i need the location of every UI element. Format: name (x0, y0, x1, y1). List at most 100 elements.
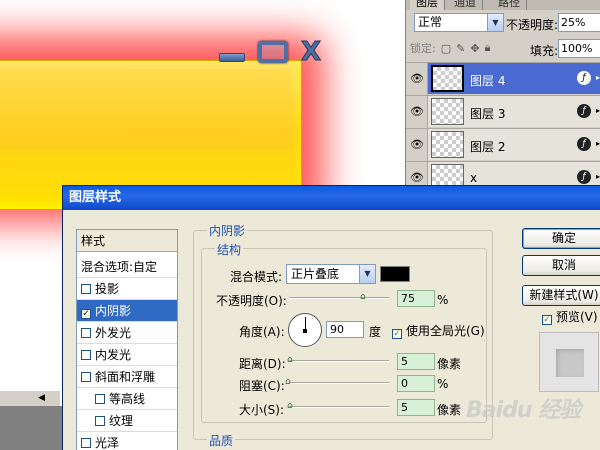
opacity-input[interactable]: 75 (397, 290, 435, 307)
distance-unit: 像素 (437, 357, 462, 371)
layer-opacity-input[interactable]: 25% (558, 13, 600, 32)
artwork-highlight (0, 69, 291, 149)
layer-opacity-label: 不透明度: (506, 18, 559, 32)
checkbox[interactable] (95, 416, 105, 426)
style-item-label: 纹理 (109, 414, 134, 428)
layer-row[interactable]: 👁︎ 图层 3 ƒ ▸ (406, 95, 600, 128)
style-item-bevel-emboss[interactable]: 斜面和浮雕 (77, 366, 177, 388)
watermark-logo: Baidu 经验 (466, 398, 581, 423)
lock-all-icon[interactable]: 🔒︎ (485, 41, 491, 55)
maximize-icon (256, 40, 290, 64)
angle-input[interactable]: 90 (326, 321, 364, 338)
scroll-left-arrow-icon[interactable]: ◀ (38, 393, 45, 403)
ok-button[interactable]: 确定 (522, 228, 600, 249)
style-item-label: 内发光 (95, 348, 132, 362)
visibility-cell: 👁︎ (406, 129, 428, 161)
style-item-inner-shadow[interactable]: ✓ 内阴影 (77, 300, 177, 322)
layer-row[interactable]: 👁︎ 图层 2 ƒ ▸ (406, 128, 600, 161)
blend-options-item[interactable]: 混合选项:自定 (77, 256, 177, 278)
lock-position-move-icon[interactable]: ✥ (470, 42, 479, 55)
style-item-drop-shadow[interactable]: 投影 (77, 278, 177, 300)
layer-row[interactable]: 👁︎ 图层 4 ƒ ▸ (406, 62, 600, 95)
fill-input[interactable]: 100% (558, 39, 600, 58)
style-item-inner-glow[interactable]: 内发光 (77, 344, 177, 366)
angle-dial[interactable] (288, 313, 322, 347)
opacity-slider[interactable]: ⌂ (289, 292, 389, 304)
global-light-label: 使用全局光(G) (406, 324, 485, 338)
angle-unit: 度 (369, 325, 382, 339)
distance-label: 距离(D): (239, 357, 286, 371)
lock-transparency-icon[interactable]: ▢ (441, 42, 451, 55)
close-icon: X (300, 37, 322, 67)
style-item-label: 外发光 (95, 326, 132, 340)
distance-input[interactable]: 5 (397, 353, 435, 370)
eye-icon[interactable]: 👁︎ (409, 73, 425, 85)
inner-shadow-legend: 内阴影 (207, 222, 248, 239)
visibility-cell: 👁︎ (406, 63, 428, 95)
checkbox[interactable] (81, 438, 91, 448)
dialog-title[interactable]: 图层样式 (63, 186, 600, 210)
size-label: 大小(S): (239, 403, 285, 417)
expand-arrow-icon[interactable]: ▸ (596, 139, 600, 148)
checkbox[interactable] (81, 372, 91, 382)
lock-pixels-brush-icon[interactable]: ✎ (456, 42, 465, 55)
layer-effects-icon[interactable]: ƒ (577, 170, 591, 184)
checkbox[interactable] (81, 284, 91, 294)
expand-arrow-icon[interactable]: ▸ (596, 172, 600, 181)
preview-checkbox[interactable]: ✓ 预览(V) (542, 308, 598, 325)
size-slider[interactable]: ⌂ (287, 401, 389, 413)
style-item-outer-glow[interactable]: 外发光 (77, 322, 177, 344)
layer-effects-icon[interactable]: ƒ (577, 104, 591, 118)
choke-label: 阻塞(C): (239, 379, 285, 393)
style-item-label: 光泽 (95, 436, 120, 450)
slider-knob-icon[interactable]: ⌂ (287, 401, 295, 411)
global-light-checkbox[interactable]: ✓ 使用全局光(G) (392, 322, 485, 339)
fill-label: 填充: (530, 44, 559, 58)
choke-input[interactable]: 0 (397, 375, 435, 392)
eye-icon[interactable]: 👁︎ (409, 172, 425, 184)
minimize-icon (218, 40, 246, 64)
style-item-contour[interactable]: 等高线 (77, 388, 177, 410)
layer-effects-icon[interactable]: ƒ (577, 71, 591, 85)
layer-thumbnail (431, 131, 464, 158)
size-input[interactable]: 5 (397, 399, 435, 416)
distance-slider[interactable]: ⌂ (287, 355, 389, 367)
preview-label: 预览(V) (556, 310, 598, 324)
checkbox[interactable] (81, 328, 91, 338)
style-list-header[interactable]: 样式 (77, 230, 177, 252)
checkbox[interactable] (95, 394, 105, 404)
slider-knob-icon[interactable]: ⌂ (285, 377, 293, 387)
expand-arrow-icon[interactable]: ▸ (596, 73, 600, 82)
choke-slider[interactable]: ⌂ (285, 377, 389, 389)
checkbox-checked[interactable]: ✓ (392, 329, 402, 339)
checkbox-checked[interactable]: ✓ (542, 315, 552, 325)
size-unit: 像素 (437, 403, 462, 417)
style-item-satin[interactable]: 光泽 (77, 432, 177, 450)
slider-knob-icon[interactable]: ⌂ (360, 292, 368, 302)
layer-effects-icon[interactable]: ƒ (577, 137, 591, 151)
blend-mode-select[interactable]: 正片叠底 ▼ (286, 264, 376, 284)
new-style-button[interactable]: 新建样式(W) (522, 285, 600, 306)
angle-label: 角度(A): (239, 325, 285, 339)
style-item-texture[interactable]: 纹理 (77, 410, 177, 432)
shadow-color-swatch[interactable] (380, 266, 410, 282)
preview-swatch (556, 349, 584, 377)
style-preview (539, 332, 599, 392)
tab-paths[interactable]: 路径 (492, 0, 527, 10)
tab-channels[interactable]: 通道 (448, 0, 483, 10)
layer-blend-mode-select[interactable]: 正常 ▼ (414, 13, 504, 32)
chevron-down-icon[interactable]: ▼ (359, 265, 375, 283)
cancel-button[interactable]: 取消 (522, 255, 600, 276)
checkbox-checked[interactable]: ✓ (81, 309, 91, 319)
workspace-background (0, 406, 62, 450)
layer-name: 图层 2 (470, 140, 506, 154)
visibility-cell: 👁︎ (406, 96, 428, 128)
tab-layers[interactable]: 图层 (410, 0, 445, 10)
horizontal-scrollbar[interactable] (0, 390, 60, 406)
chevron-down-icon[interactable]: ▼ (487, 14, 503, 31)
checkbox[interactable] (81, 350, 91, 360)
slider-knob-icon[interactable]: ⌂ (287, 355, 295, 365)
expand-arrow-icon[interactable]: ▸ (596, 106, 600, 115)
eye-icon[interactable]: 👁︎ (409, 106, 425, 118)
eye-icon[interactable]: 👁︎ (409, 139, 425, 151)
